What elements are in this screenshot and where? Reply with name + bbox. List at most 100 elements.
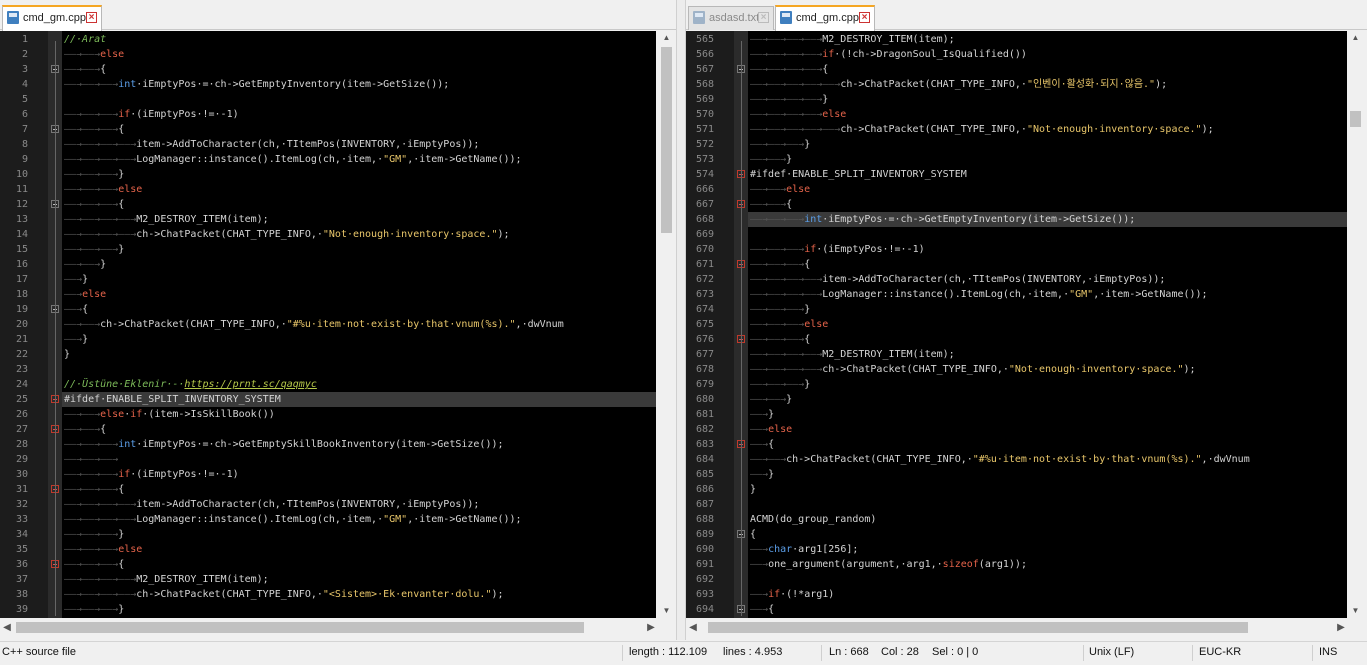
code-line[interactable]: ——→——→——→{: [62, 122, 656, 137]
code-line[interactable]: ——→——→——→else: [62, 182, 656, 197]
code-line[interactable]: #ifdef·ENABLE_SPLIT_INVENTORY_SYSTEM: [748, 167, 1347, 182]
code-line[interactable]: ——→{: [748, 602, 1347, 617]
scroll-right-icon[interactable]: ▶: [644, 619, 658, 636]
fold-margin[interactable]: [734, 31, 748, 618]
status-eol[interactable]: Unix (LF): [1089, 646, 1134, 658]
code-line[interactable]: ——→——→——→}: [62, 527, 656, 542]
code-line[interactable]: ——→——→——→if·(iEmptyPos·!=·-1): [62, 107, 656, 122]
code-line[interactable]: ——→else: [748, 422, 1347, 437]
code-line[interactable]: ——→else: [62, 287, 656, 302]
right-code-editor[interactable]: 565 566 567 568 569 570 571 572 573 574 666 667 668 6…: [686, 31, 1347, 618]
code-line[interactable]: ——→——→——→}: [62, 167, 656, 182]
code-line[interactable]: ——→——→}: [748, 392, 1347, 407]
code-line[interactable]: }: [748, 482, 1347, 497]
code-line[interactable]: ——→——→{: [62, 62, 656, 77]
code-line[interactable]: ——→——→}: [748, 152, 1347, 167]
code-line[interactable]: ——→——→——→——→{: [748, 62, 1347, 77]
code-line[interactable]: [748, 497, 1347, 512]
code-line[interactable]: ——→——→——→——→}: [748, 92, 1347, 107]
code-line[interactable]: ——→——→——→——→item->AddToCharacter(ch,·TIt…: [62, 137, 656, 152]
close-icon[interactable]: ×: [86, 12, 97, 23]
scroll-left-icon[interactable]: ◀: [0, 619, 14, 636]
code-line[interactable]: ——→——→——→——→ch->ChatPacket(CHAT_TYPE_INF…: [62, 587, 656, 602]
code-line[interactable]: ——→——→——→{: [748, 332, 1347, 347]
code-line[interactable]: ——→char·arg1[256];: [748, 542, 1347, 557]
left-vertical-scrollbar[interactable]: ▲ ▼: [658, 31, 675, 618]
code-line[interactable]: ——→——→——→if·(iEmptyPos·!=·-1): [62, 467, 656, 482]
code-line[interactable]: ——→——→——→{: [62, 482, 656, 497]
left-horizontal-scrollbar[interactable]: ◀ ▶: [0, 619, 658, 636]
code-line[interactable]: ——→——→——→——→ch->ChatPacket(CHAT_TYPE_INF…: [748, 362, 1347, 377]
code-line[interactable]: ——→——→——→{: [62, 197, 656, 212]
scroll-thumb[interactable]: [16, 622, 584, 633]
scroll-up-icon[interactable]: ▲: [1347, 31, 1364, 45]
scroll-right-icon[interactable]: ▶: [1334, 619, 1348, 636]
code-line[interactable]: ——→——→}: [62, 257, 656, 272]
code-line[interactable]: ——→——→——→: [62, 452, 656, 467]
code-line[interactable]: ——→{: [62, 302, 656, 317]
code-line[interactable]: ——→——→——→{: [62, 557, 656, 572]
code-line[interactable]: ——→——→——→——→item->AddToCharacter(ch,·TIt…: [62, 497, 656, 512]
scroll-thumb[interactable]: [1350, 111, 1361, 127]
code-line[interactable]: ——→——→——→int·iEmptyPos·=·ch->GetEmptyInv…: [748, 212, 1347, 227]
close-icon[interactable]: ×: [859, 12, 870, 23]
code-line[interactable]: ——→——→——→}: [62, 242, 656, 257]
code-line[interactable]: ——→one_argument(argument,·arg1,·sizeof(a…: [748, 557, 1347, 572]
code-line[interactable]: ——→——→else: [748, 182, 1347, 197]
code-line[interactable]: //·Üstüne·Eklenir·-·https://prnt.sc/qaqm…: [62, 377, 656, 392]
code-line[interactable]: ——→——→——→}: [748, 302, 1347, 317]
scroll-left-icon[interactable]: ◀: [686, 619, 700, 636]
code-line[interactable]: ——→——→——→——→M2_DESTROY_ITEM(item);: [62, 572, 656, 587]
code-line[interactable]: ——→}: [748, 407, 1347, 422]
scroll-thumb[interactable]: [708, 622, 1248, 633]
code-line[interactable]: ——→if·(!*arg1): [748, 587, 1347, 602]
code-line[interactable]: ——→——→ch->ChatPacket(CHAT_TYPE_INFO,·"#%…: [62, 317, 656, 332]
code-line[interactable]: ——→——→——→——→LogManager::instance().ItemL…: [62, 512, 656, 527]
code-line[interactable]: //·Arat: [62, 32, 656, 47]
pane-splitter[interactable]: [676, 0, 686, 640]
tab-cmd-gm-cpp-right[interactable]: cmd_gm.cpp ×: [775, 5, 875, 31]
code-line[interactable]: #ifdef·ENABLE_SPLIT_INVENTORY_SYSTEM: [62, 392, 656, 407]
code-line[interactable]: ——→——→——→——→ch->ChatPacket(CHAT_TYPE_INF…: [62, 227, 656, 242]
code-line[interactable]: ——→——→——→else: [748, 317, 1347, 332]
code-line[interactable]: ——→——→{: [748, 197, 1347, 212]
code-line[interactable]: ——→}: [62, 332, 656, 347]
code-area[interactable]: ——→——→——→——→M2_DESTROY_ITEM(item); ——→——→…: [748, 31, 1347, 618]
status-ins-mode[interactable]: INS: [1319, 646, 1337, 658]
code-line[interactable]: ——→{: [748, 437, 1347, 452]
code-line[interactable]: ——→}: [748, 467, 1347, 482]
code-line[interactable]: ——→——→——→}: [748, 377, 1347, 392]
code-line[interactable]: ——→——→——→else: [62, 542, 656, 557]
code-line[interactable]: {: [748, 527, 1347, 542]
code-line[interactable]: ——→}: [62, 272, 656, 287]
code-line[interactable]: ACMD(do_group_random): [748, 512, 1347, 527]
code-line[interactable]: ——→——→——→}: [748, 137, 1347, 152]
code-line[interactable]: ——→——→else·if·(item->IsSkillBook()): [62, 407, 656, 422]
scroll-thumb[interactable]: [661, 47, 672, 233]
code-line[interactable]: ——→——→{: [62, 422, 656, 437]
code-line[interactable]: ——→——→——→——→LogManager::instance().ItemL…: [62, 152, 656, 167]
code-line[interactable]: ——→——→——→——→item->AddToCharacter(ch,·TIt…: [748, 272, 1347, 287]
code-line[interactable]: ——→——→——→——→——→ch->ChatPacket(CHAT_TYPE_…: [748, 122, 1347, 137]
code-area[interactable]: //·Arat ——→——→else ——→——→{——→——→——→int·iEm…: [62, 31, 656, 618]
code-line[interactable]: ——→——→——→——→M2_DESTROY_ITEM(item);: [748, 32, 1347, 47]
right-horizontal-scrollbar[interactable]: ◀ ▶: [686, 619, 1348, 636]
tab-cmd-gm-cpp-left[interactable]: cmd_gm.cpp ×: [2, 5, 102, 31]
code-line[interactable]: ——→——→——→——→else: [748, 107, 1347, 122]
code-line[interactable]: ——→——→ch->ChatPacket(CHAT_TYPE_INFO,·"#%…: [748, 452, 1347, 467]
code-line[interactable]: ——→——→——→——→M2_DESTROY_ITEM(item);: [62, 212, 656, 227]
status-encoding[interactable]: EUC-KR: [1199, 646, 1241, 658]
code-line[interactable]: ——→——→else: [62, 47, 656, 62]
code-line[interactable]: [748, 572, 1347, 587]
left-code-editor[interactable]: 1 2 3 4 5 6 7 8 9 10 11 12 13 14 15 16 17 18 19 20 21 22 23 24 2…: [0, 31, 656, 618]
scroll-up-icon[interactable]: ▲: [658, 31, 675, 45]
code-line[interactable]: ——→——→——→int·iEmptyPos·=·ch->GetEmptySki…: [62, 437, 656, 452]
code-line[interactable]: ——→——→——→——→——→ch->ChatPacket(CHAT_TYPE_…: [748, 77, 1347, 92]
code-line[interactable]: ——→——→——→if·(iEmptyPos·!=·-1): [748, 242, 1347, 257]
code-line[interactable]: [62, 92, 656, 107]
close-icon[interactable]: ×: [758, 12, 769, 23]
scroll-down-icon[interactable]: ▼: [1347, 604, 1364, 618]
code-line[interactable]: ——→——→——→——→M2_DESTROY_ITEM(item);: [748, 347, 1347, 362]
code-line[interactable]: ——→——→——→——→LogManager::instance().ItemL…: [748, 287, 1347, 302]
code-line[interactable]: [748, 227, 1347, 242]
